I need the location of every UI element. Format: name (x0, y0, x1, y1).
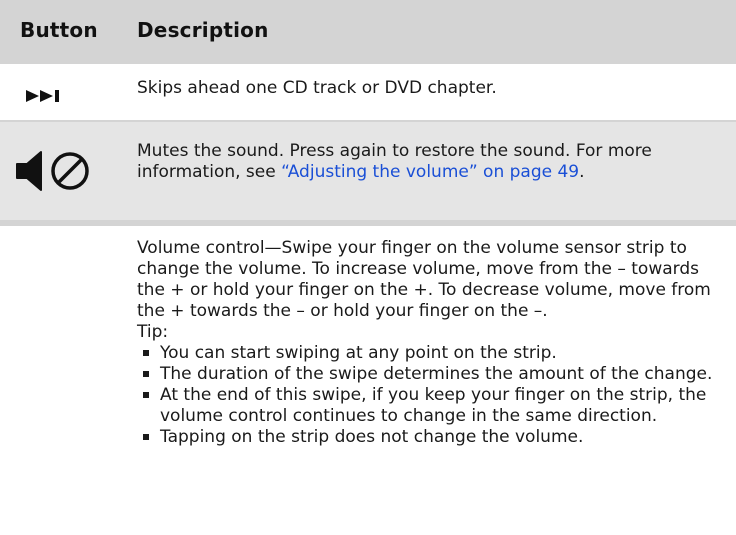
button-column-header: Button (20, 18, 98, 42)
next-track-icon (26, 87, 62, 106)
row-description: Mutes the sound. Press again to restore … (137, 141, 725, 183)
list-item: The duration of the swipe determines the… (137, 364, 725, 385)
bullet-icon (143, 434, 149, 440)
tip-text: You can start swiping at any point on th… (160, 343, 557, 363)
bullet-icon (143, 392, 149, 398)
bullet-icon (143, 371, 149, 377)
tip-list: You can start swiping at any point on th… (137, 343, 725, 448)
table-header: Button Description (0, 0, 736, 64)
tip-text: Tapping on the strip does not change the… (160, 427, 584, 447)
bullet-icon (143, 350, 149, 356)
list-item: Tapping on the strip does not change the… (137, 427, 725, 448)
table-row-next-track: Skips ahead one CD track or DVD chapter. (0, 64, 736, 122)
table-row-mute: Mutes the sound. Press again to restore … (0, 122, 736, 226)
volume-control-description: Volume control—Swipe your finger on the … (137, 238, 711, 321)
description-column-header: Description (137, 18, 269, 42)
tip-label: Tip: (137, 322, 169, 342)
table-row-volume-control: Volume control—Swipe your finger on the … (0, 226, 736, 531)
adjusting-volume-link[interactable]: “Adjusting the volume” on page 49 (281, 162, 579, 182)
row-description: Skips ahead one CD track or DVD chapter. (137, 78, 497, 98)
description-text-end: . (579, 162, 585, 182)
tip-text: The duration of the swipe determines the… (160, 364, 713, 384)
mute-icon (15, 150, 95, 196)
row-description: Volume control—Swipe your finger on the … (137, 238, 725, 448)
list-item: At the end of this swipe, if you keep yo… (137, 385, 725, 427)
tip-text: At the end of this swipe, if you keep yo… (160, 385, 707, 426)
list-item: You can start swiping at any point on th… (137, 343, 725, 364)
button-description-table: Button Description Skips ahead one CD tr… (0, 0, 736, 531)
